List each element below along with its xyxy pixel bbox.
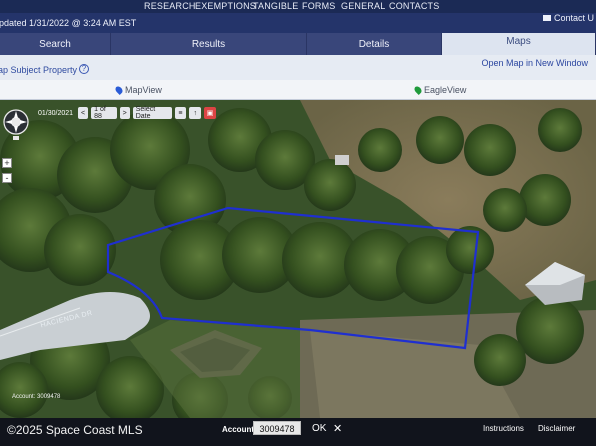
help-icon[interactable]: ? bbox=[79, 64, 89, 74]
contact-us-label: Contact U bbox=[553, 13, 594, 23]
nav-research[interactable]: RESEARCH bbox=[144, 1, 196, 11]
map-pin-icon bbox=[114, 85, 124, 95]
disclaimer-link[interactable]: Disclaimer bbox=[538, 424, 575, 433]
tab-details[interactable]: Details bbox=[307, 33, 442, 55]
map-pin-icon bbox=[413, 85, 423, 95]
select-date-label: Select Date bbox=[135, 106, 156, 120]
nav-general[interactable]: GENERAL bbox=[341, 1, 385, 11]
map-footer: ©2025 Space Coast MLS Account: 3009478 O… bbox=[0, 418, 596, 446]
zoom-out-button[interactable]: - bbox=[2, 173, 12, 183]
status-bar: pdated 1/31/2022 @ 3:24 AM EST Contact U bbox=[0, 13, 596, 33]
mapview-button[interactable]: MapView bbox=[114, 83, 162, 97]
nav-tangible[interactable]: TANGIBLE bbox=[253, 1, 298, 11]
tab-search[interactable]: Search bbox=[0, 33, 111, 55]
contact-us-link[interactable]: Contact U bbox=[542, 13, 594, 23]
map-subject-property-link[interactable]: ap Subject Property bbox=[0, 65, 77, 75]
account-label: Account: bbox=[222, 425, 257, 434]
imagery-toolbar: 01/30/2021 < 1 of 88 > Select Date ≡ ↑ ▣ bbox=[0, 104, 216, 122]
view-selector: MapView EagleView bbox=[0, 80, 596, 100]
aerial-imagery bbox=[0, 100, 596, 418]
envelope-icon bbox=[542, 15, 551, 21]
account-overlay-text: Account: 3009478 bbox=[12, 394, 61, 400]
image-counter: 1 of 88 bbox=[91, 106, 117, 120]
tab-maps[interactable]: Maps bbox=[442, 33, 596, 55]
eagleview-button[interactable]: EagleView bbox=[413, 83, 467, 97]
tab-results[interactable]: Results bbox=[111, 33, 307, 55]
imagery-date: 01/30/2021 bbox=[38, 109, 74, 117]
nav-contacts[interactable]: CONTACTS bbox=[389, 1, 439, 11]
select-date-dropdown[interactable]: Select Date bbox=[132, 106, 172, 120]
top-navigation: RESEARCH EXEMPTIONS TANGIBLE FORMS GENER… bbox=[0, 0, 596, 13]
map-options-bar: ap Subject Property ? Open Map in New Wi… bbox=[0, 55, 596, 80]
compass-icon[interactable] bbox=[3, 109, 29, 141]
nav-forms[interactable]: FORMS bbox=[302, 1, 336, 11]
instructions-link[interactable]: Instructions bbox=[483, 424, 524, 433]
copyright-watermark: ©2025 Space Coast MLS bbox=[7, 423, 143, 437]
nav-exemptions[interactable]: EXEMPTIONS bbox=[195, 1, 256, 11]
layers-icon[interactable]: ≡ bbox=[174, 107, 187, 119]
open-map-new-window-link[interactable]: Open Map in New Window bbox=[481, 58, 588, 68]
eagleview-label: EagleView bbox=[424, 85, 467, 95]
zoom-in-button[interactable]: + bbox=[2, 158, 12, 168]
next-date-button[interactable]: > bbox=[119, 107, 130, 119]
mapview-label: MapView bbox=[125, 85, 162, 95]
close-icon[interactable]: ✕ bbox=[333, 422, 342, 435]
print-icon[interactable]: ▣ bbox=[204, 107, 216, 119]
tab-bar: Search Results Details Maps bbox=[0, 33, 596, 55]
last-updated-text: pdated 1/31/2022 @ 3:24 AM EST bbox=[0, 18, 137, 28]
prev-date-button[interactable]: < bbox=[78, 107, 89, 119]
aerial-map[interactable] bbox=[0, 100, 596, 418]
account-input[interactable]: 3009478 bbox=[253, 421, 301, 435]
ok-button[interactable]: OK bbox=[312, 423, 326, 434]
upload-icon[interactable]: ↑ bbox=[189, 107, 202, 119]
